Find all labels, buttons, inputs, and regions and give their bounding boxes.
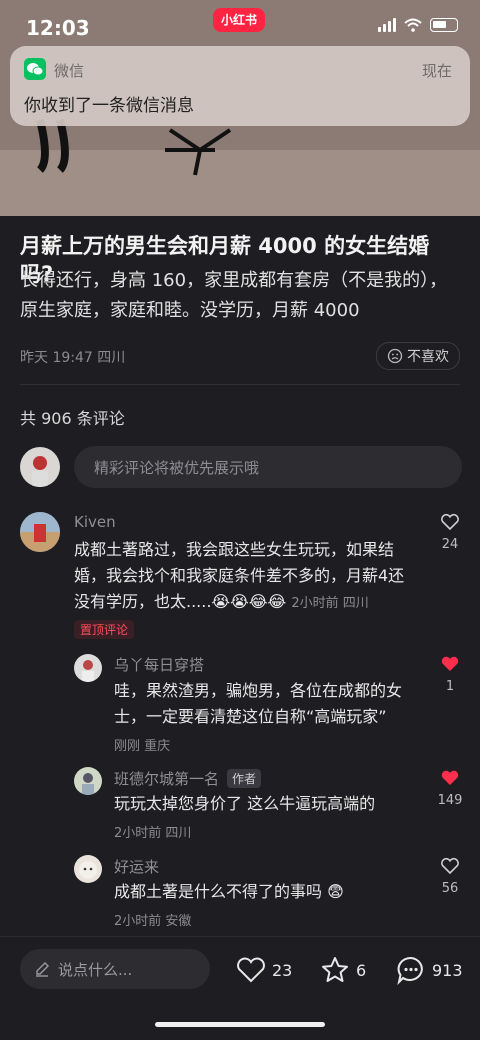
reply-text: 成都土著是什么不得了的事吗 😨 [114,882,344,901]
reply-like-count: 149 [437,793,463,808]
reply-meta: 刚刚 重庆 [114,739,171,754]
reply-avatar[interactable] [74,767,102,795]
notification-app-name: 微信 [54,62,85,80]
comment-like-button[interactable]: 24 [430,513,470,552]
comment-button[interactable]: 913 [396,955,463,985]
say-something-input[interactable]: 说点什么... [20,949,210,989]
comment-text: 成都土著路过，我会跟这些女生玩玩，如果结婚，我会找个和我家庭条件差不多的，月薪4… [74,537,420,617]
reply-author[interactable]: 乌丫每日穿搭 [114,654,204,675]
collect-count: 6 [356,960,367,980]
comment-total: 913 [432,960,463,980]
battery-icon [430,18,458,32]
divider [20,384,460,385]
notification-time: 现在 [421,62,452,80]
chat-bubble-icon [397,956,423,985]
sad-face-icon [387,348,403,364]
status-bar: 12:03 小红书 [0,0,480,48]
home-indicator[interactable] [155,1022,325,1027]
like-button[interactable]: 23 [236,956,292,984]
wifi-icon [404,18,422,32]
reply-like-count: 1 [445,679,455,694]
reply-like-button[interactable]: 56 [430,857,470,896]
dislike-button[interactable]: 不喜欢 [376,342,460,370]
reply-like-button[interactable]: 1 [430,655,470,694]
author-badge: 作者 [227,769,262,788]
reply-meta: 2小时前 安徽 [114,914,192,929]
signal-icon [378,18,396,32]
post-meta: 昨天 19:47 四川 [20,350,126,366]
comment-avatar[interactable] [20,512,60,552]
reply-author[interactable]: 好运来 [114,856,159,877]
my-avatar [20,447,60,487]
reply-like-button[interactable]: 149 [430,769,470,808]
wechat-notification[interactable]: 微信 现在 你收到了一条微信消息 [10,46,470,126]
comment-meta: 2小时前 四川 [291,596,369,611]
app-badge: 小红书 [213,8,265,32]
comment-like-count: 24 [441,537,459,552]
reply-text: 玩玩太掉您身价了 这么牛逼玩高端的 [114,794,376,813]
pencil-icon [36,962,49,977]
reply-author-row: 班德尔城第一名 作者 [114,768,262,789]
reply-avatar[interactable] [74,654,102,682]
comment-input[interactable]: 精彩评论将被优先展示哦 [74,446,462,488]
heart-outline-icon [237,957,265,983]
reply-author[interactable]: 班德尔城第一名 [114,768,219,789]
wechat-icon [24,58,46,80]
dislike-label: 不喜欢 [407,349,449,365]
status-time: 12:03 [26,16,90,40]
star-outline-icon [322,957,348,982]
notification-message: 你收到了一条微信消息 [24,96,194,116]
heart-filled-icon [441,656,459,671]
comment-input-placeholder: 精彩评论将被优先展示哦 [94,459,260,477]
say-something-placeholder: 说点什么... [58,961,133,979]
collect-button[interactable]: 6 [320,955,366,985]
comment-author[interactable]: Kiven [74,513,116,531]
heart-outline-icon [441,513,459,531]
pinned-badge: 置顶评论 [74,620,135,639]
reply-avatar[interactable] [74,855,102,883]
reply-like-count: 56 [441,881,459,896]
status-icons [378,18,458,32]
heart-filled-icon [441,770,459,785]
reply-meta: 2小时前 四川 [114,826,192,841]
heart-outline-icon [441,857,459,875]
post-body: 长得还行，身高 160，家里成都有套房（不是我的），原生家庭，家庭和睦。没学历，… [20,270,448,321]
like-count: 23 [272,960,293,980]
reply-text: 哇，果然渣男，骗炮男，各位在成都的女士，一定要看清楚这位自称“高端玩家” [114,681,403,726]
comment-count: 共 906 条评论 [20,409,125,428]
